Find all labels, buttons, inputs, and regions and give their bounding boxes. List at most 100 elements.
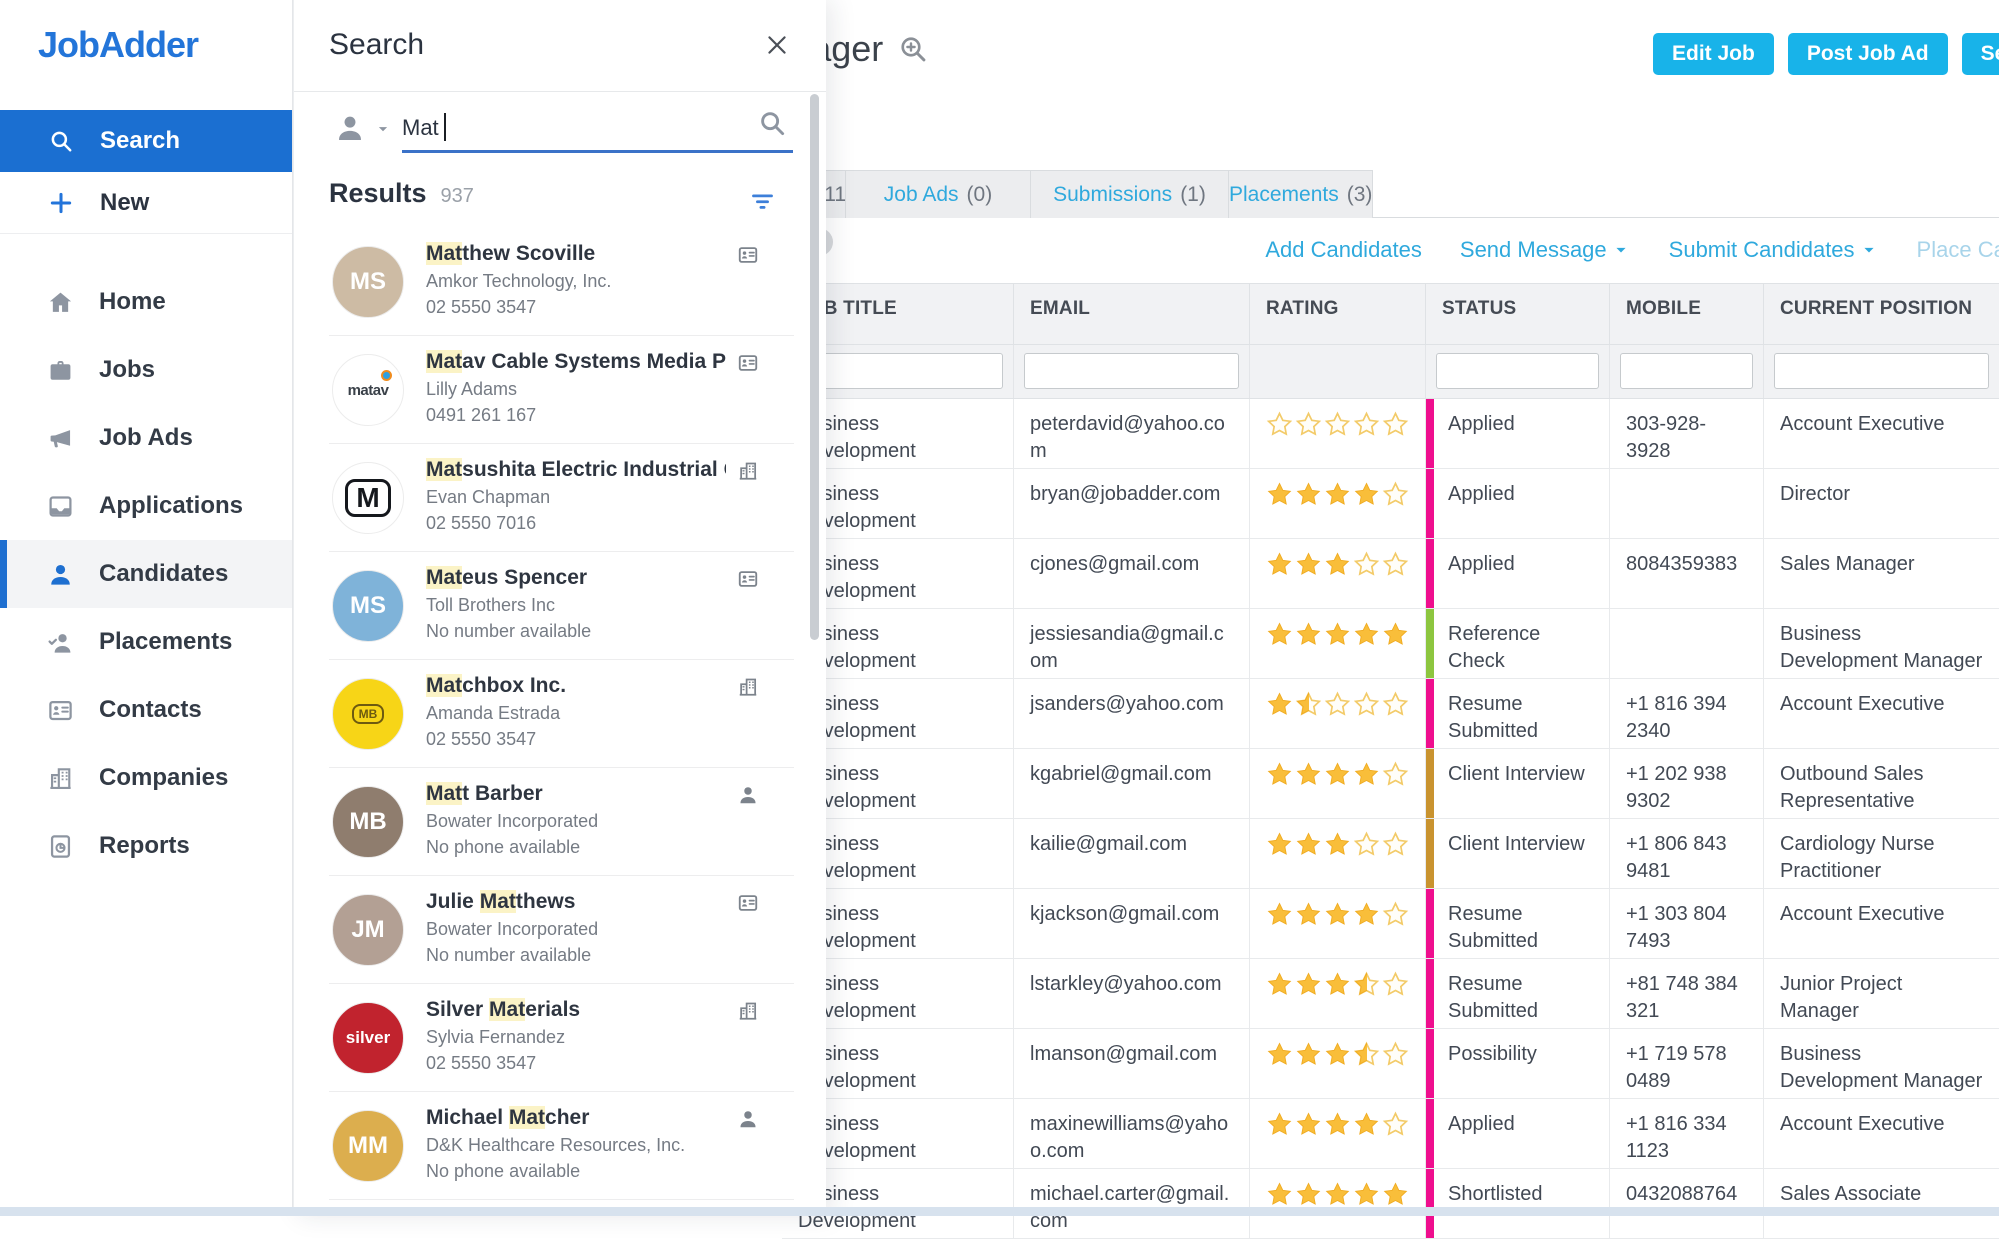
- table-row[interactable]: Business Development Manager cjones@gmai…: [782, 539, 1999, 609]
- table-row[interactable]: Business Development Manager kailie@gmai…: [782, 819, 1999, 889]
- search-result-item[interactable]: silver Silver Materials Sylvia Fernandez…: [329, 984, 794, 1092]
- filter-input-status[interactable]: [1436, 353, 1599, 389]
- sidebar-item[interactable]: Jobs: [0, 336, 292, 404]
- cell-rating: [1250, 609, 1426, 678]
- person-icon: [47, 561, 74, 588]
- rating-stars[interactable]: [1266, 761, 1411, 788]
- table-row[interactable]: Business Development Manager lstarkley@y…: [782, 959, 1999, 1029]
- job-action-button[interactable]: Send Message: [1962, 33, 1999, 75]
- cell-email: kjackson@gmail.com: [1014, 889, 1250, 958]
- result-company: Lilly Adams: [426, 379, 716, 400]
- sidebar-item[interactable]: Home: [0, 268, 292, 336]
- filter-input-mobile[interactable]: [1620, 353, 1753, 389]
- sidebar-item-search[interactable]: Search: [0, 110, 292, 172]
- star-empty-icon: [1382, 411, 1410, 438]
- star-empty-icon: [1382, 481, 1410, 508]
- rating-stars[interactable]: [1266, 1181, 1411, 1208]
- job-action-button[interactable]: Edit Job: [1653, 33, 1774, 75]
- text-cursor: [444, 113, 446, 141]
- close-icon[interactable]: [764, 32, 790, 58]
- search-input[interactable]: [402, 108, 762, 148]
- cell-email: lstarkley@yahoo.com: [1014, 959, 1250, 1028]
- zoom-in-icon[interactable]: [897, 33, 929, 65]
- star-half-icon: [1295, 691, 1323, 718]
- search-result-item[interactable]: MB Matt Barber Bowater Incorporated No p…: [329, 768, 794, 876]
- column-header-status[interactable]: STATUS: [1426, 284, 1610, 344]
- table-row[interactable]: Business Development Manager kjackson@gm…: [782, 889, 1999, 959]
- filter-cell-rating: [1250, 345, 1426, 398]
- sidebar-item[interactable]: Candidates: [0, 540, 292, 608]
- table-row[interactable]: Business Development Manager michael.car…: [782, 1169, 1999, 1239]
- star-empty-icon: [1382, 1041, 1410, 1068]
- search-type-caret-icon[interactable]: [374, 120, 392, 138]
- search-result-item[interactable]: MM Michael Matcher D&K Healthcare Resour…: [329, 1092, 794, 1200]
- rating-stars[interactable]: [1266, 691, 1411, 718]
- cell-rating: [1250, 1169, 1426, 1238]
- action-link[interactable]: Place Candidates: [1917, 237, 1999, 263]
- search-result-item[interactable]: matav Matav Cable Systems Media Pty Limi…: [329, 336, 794, 444]
- star-full-icon: [1324, 481, 1352, 508]
- filter-input-email[interactable]: [1024, 353, 1239, 389]
- rating-stars[interactable]: [1266, 1041, 1411, 1068]
- filter-icon[interactable]: [749, 188, 776, 215]
- rating-stars[interactable]: [1266, 901, 1411, 928]
- table-row[interactable]: Business Development Manager lmanson@gma…: [782, 1029, 1999, 1099]
- rating-stars[interactable]: [1266, 1111, 1411, 1138]
- result-name: Matsushita Electric Industrial Co.: [426, 458, 726, 482]
- sidebar: JobAdder Search New Home Jobs Job Ads: [0, 0, 293, 1216]
- filter-input-current-position[interactable]: [1774, 353, 1989, 389]
- cell-mobile: [1610, 469, 1764, 538]
- tab[interactable]: Submissions (1): [1031, 170, 1229, 218]
- sidebar-item-label: Applications: [99, 492, 243, 520]
- cell-email: bryan@jobadder.com: [1014, 469, 1250, 538]
- rating-stars[interactable]: [1266, 481, 1411, 508]
- action-link[interactable]: Send Message: [1460, 237, 1631, 263]
- table-row[interactable]: Business Development Manager jessiesandi…: [782, 609, 1999, 679]
- cell-current-position: Account Executive: [1764, 1099, 1999, 1168]
- sidebar-item[interactable]: Job Ads: [0, 404, 292, 472]
- search-result-item[interactable]: MS Mateus Spencer Toll Brothers Inc No n…: [329, 552, 794, 660]
- table-row[interactable]: Business Development Manager kgabriel@gm…: [782, 749, 1999, 819]
- search-panel-title: Search: [329, 28, 424, 62]
- star-full-icon: [1324, 831, 1352, 858]
- action-link[interactable]: Add Candidates: [1265, 237, 1422, 263]
- table-row[interactable]: Business Development Manager jsanders@ya…: [782, 679, 1999, 749]
- column-header-current-position[interactable]: CURRENT POSITION: [1764, 284, 1999, 344]
- sidebar-item[interactable]: Companies: [0, 744, 292, 812]
- column-header-rating[interactable]: RATING: [1250, 284, 1426, 344]
- tab-label: Submissions: [1053, 183, 1172, 207]
- rating-stars[interactable]: [1266, 551, 1411, 578]
- star-full-icon: [1324, 551, 1352, 578]
- sidebar-item[interactable]: Applications: [0, 472, 292, 540]
- table-row[interactable]: Business Development Manager bryan@jobad…: [782, 469, 1999, 539]
- tab[interactable]: Placements (3): [1229, 170, 1373, 218]
- table-row[interactable]: Business Development Manager peterdavid@…: [782, 399, 1999, 469]
- tab-count: (1): [1180, 183, 1206, 207]
- sidebar-item-label: Jobs: [99, 356, 155, 384]
- sidebar-item-new[interactable]: New: [0, 172, 292, 234]
- sidebar-item[interactable]: Reports: [0, 812, 292, 880]
- star-full-icon: [1353, 621, 1381, 648]
- scrollbar-thumb[interactable]: [810, 94, 819, 640]
- jobadder-logo[interactable]: JobAdder: [38, 24, 198, 66]
- search-result-item[interactable]: JM Julie Matthews Bowater Incorporated N…: [329, 876, 794, 984]
- tab[interactable]: Job Ads (0): [846, 170, 1031, 218]
- column-header-mobile[interactable]: MOBILE: [1610, 284, 1764, 344]
- job-action-button[interactable]: Post Job Ad: [1788, 33, 1948, 75]
- search-submit-icon[interactable]: [757, 108, 787, 138]
- column-header-email[interactable]: EMAIL: [1014, 284, 1250, 344]
- table-row[interactable]: Business Development Manager maxinewilli…: [782, 1099, 1999, 1169]
- search-result-item[interactable]: M Matsushita Electric Industrial Co. Eva…: [329, 444, 794, 552]
- star-full-icon: [1324, 971, 1352, 998]
- rating-stars[interactable]: [1266, 621, 1411, 648]
- search-type-person-icon[interactable]: [334, 112, 366, 144]
- search-result-item[interactable]: MB Matchbox Inc. Amanda Estrada 02 5550 …: [329, 660, 794, 768]
- rating-stars[interactable]: [1266, 831, 1411, 858]
- rating-stars[interactable]: [1266, 971, 1411, 998]
- sidebar-item[interactable]: Contacts: [0, 676, 292, 744]
- action-link[interactable]: Submit Candidates: [1669, 237, 1879, 263]
- avatar: M: [332, 462, 404, 534]
- rating-stars[interactable]: [1266, 411, 1411, 438]
- sidebar-item[interactable]: Placements: [0, 608, 292, 676]
- search-result-item[interactable]: MS Matthew Scoville Amkor Technology, In…: [329, 228, 794, 336]
